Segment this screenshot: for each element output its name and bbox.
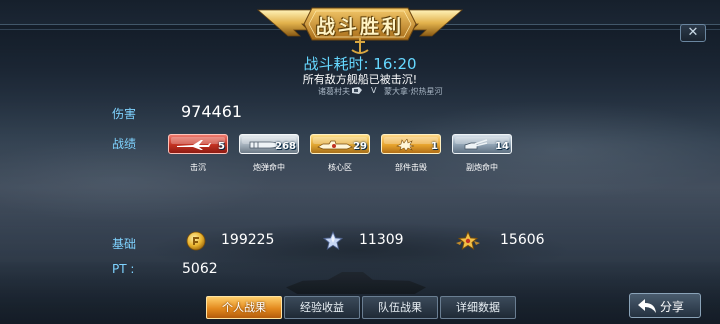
plane-icon bbox=[177, 140, 211, 150]
player-left-name: 诸葛村夫 bbox=[318, 87, 350, 96]
versus-line: 诸葛村夫 V 蒙大拿·炽热星河 bbox=[0, 86, 720, 98]
gold-star-icon bbox=[456, 231, 480, 250]
tab-team-results[interactable]: 队伍战果 bbox=[362, 296, 438, 319]
tab-personal-results[interactable]: 个人战果 bbox=[206, 296, 282, 319]
medal-component-destroyed-count: 1 bbox=[431, 141, 438, 152]
medal-component-destroyed-label: 部件击毁 bbox=[395, 163, 427, 172]
medal-core-zone[interactable]: 29 bbox=[310, 134, 370, 154]
medal-sink-count: 5 bbox=[218, 141, 225, 152]
player-right-name: 蒙大拿·炽热星河 bbox=[384, 87, 443, 96]
battle-result-text: 所有敌方舰船已被击沉! bbox=[302, 73, 418, 86]
medal-sink-label: 击沉 bbox=[190, 163, 206, 172]
versus-mark: V bbox=[371, 86, 377, 95]
medal-sink[interactable]: 5 bbox=[168, 134, 228, 154]
medal-component-destroyed[interactable]: 1 bbox=[381, 134, 441, 154]
explosion-icon bbox=[396, 139, 415, 151]
silver-star-value: 11309 bbox=[359, 232, 404, 248]
flag-icon bbox=[352, 87, 362, 94]
medal-shell-hits-count: 268 bbox=[275, 141, 296, 152]
close-button[interactable]: ✕ bbox=[680, 24, 706, 42]
close-icon: ✕ bbox=[687, 25, 699, 40]
share-label: 分享 bbox=[660, 300, 685, 314]
medal-core-zone-label: 核心区 bbox=[328, 163, 352, 172]
pt-value: 5062 bbox=[182, 261, 218, 277]
medal-secondary-gun-hits-count: 14 bbox=[495, 141, 509, 152]
gold-star-value: 15606 bbox=[500, 232, 545, 248]
tab-experience-gain[interactable]: 经验收益 bbox=[284, 296, 360, 319]
core-zone-icon bbox=[317, 140, 353, 150]
damage-value: 974461 bbox=[181, 102, 243, 121]
secondary-gun-icon bbox=[464, 139, 488, 150]
damage-label: 伤害 bbox=[112, 107, 137, 121]
victory-banner: 战斗胜利 bbox=[250, 0, 470, 56]
share-button[interactable]: 分享 bbox=[629, 293, 701, 318]
gold-coin-value: 199225 bbox=[221, 232, 275, 248]
silver-star-icon bbox=[323, 231, 343, 250]
medal-shell-hits[interactable]: 268 bbox=[239, 134, 299, 154]
victory-title: 战斗胜利 bbox=[315, 16, 404, 38]
base-label: 基础 bbox=[112, 237, 137, 251]
medal-shell-hits-label: 炮弹命中 bbox=[253, 163, 285, 172]
gold-coin-icon bbox=[186, 231, 206, 251]
medal-core-zone-count: 29 bbox=[353, 141, 367, 152]
tab-detailed-data[interactable]: 详细数据 bbox=[440, 296, 516, 319]
record-label: 战绩 bbox=[112, 137, 137, 151]
medal-secondary-gun-hits-label: 副炮命中 bbox=[466, 163, 498, 172]
pt-label: PT : bbox=[112, 262, 135, 276]
medal-secondary-gun-hits[interactable]: 14 bbox=[452, 134, 512, 154]
share-arrow-icon bbox=[638, 299, 656, 313]
